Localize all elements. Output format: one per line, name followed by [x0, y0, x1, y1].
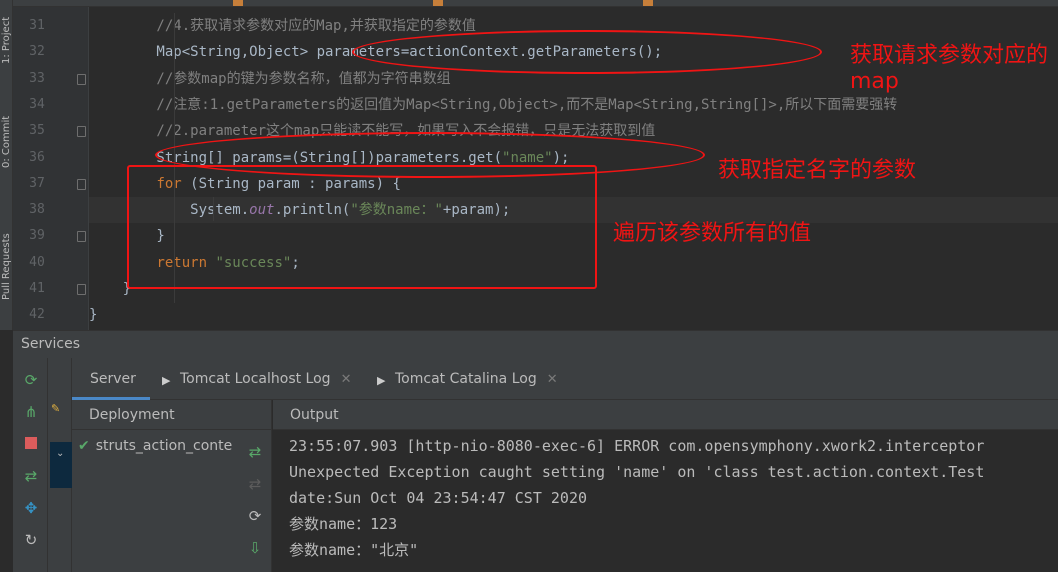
fold-marker[interactable] [77, 74, 86, 85]
terminal-icon: ▶ [162, 374, 171, 387]
line-number: 32 [29, 44, 45, 59]
annotation-text-loop: 遍历该参数所有的值 [613, 221, 812, 246]
line-number-gutter: 31 32 33 34 35 36 37 38 39 40 41 42 [13, 7, 89, 330]
deployment-item[interactable]: ✔ struts_action_conte [72, 432, 272, 460]
services-tab-bar: Server ▶ Tomcat Localhost Log ✕ ▶ Tomcat Ca… [72, 358, 1058, 400]
annotation-rect-loop [127, 165, 597, 289]
code-token: //参数map的键为参数名称，值都为字符串数组 [89, 71, 451, 87]
check-icon: ✔ [78, 438, 90, 454]
selected-node[interactable]: ⌄ [50, 442, 72, 488]
tab-tomcat-localhost-log[interactable]: ▶ Tomcat Localhost Log ✕ [162, 358, 351, 400]
tab-commit[interactable]: 0: Commit [0, 88, 13, 168]
code-token: } [89, 281, 132, 297]
annotation-text-params: 获取指定名字的参数 [718, 158, 917, 183]
deployment-column: Deployment ✔ struts_action_conte ⇄ ⇄ ⟳ ⇩ [72, 400, 272, 572]
code-token: } [89, 307, 98, 323]
annotation-ellipse-map [352, 30, 822, 74]
line-number: 36 [29, 150, 45, 165]
deploy-icon[interactable]: ⇄ [21, 466, 41, 486]
tab-project[interactable]: 1: Project [0, 4, 13, 64]
line-number: 31 [29, 18, 45, 33]
move-icon[interactable]: ✥ [21, 498, 41, 518]
output-column: Output 23:55:07.903 [http-nio-8080-exec-… [273, 400, 1058, 572]
deploy-down-icon[interactable]: ⇩ [244, 538, 266, 558]
close-icon[interactable]: ✕ [547, 372, 558, 387]
fold-marker[interactable] [77, 231, 86, 242]
line-number: 41 [29, 281, 45, 296]
code-token: //注意:1.getParameters的返回值为Map<String,Obje… [89, 97, 898, 113]
tab-server-label: Server [90, 371, 136, 387]
chevron-down-icon[interactable]: ⌄ [56, 448, 64, 459]
output-line: 23:55:07.903 [http-nio-8080-exec-6] ERRO… [289, 437, 985, 455]
deployment-item-label: struts_action_conte [95, 438, 233, 454]
fold-marker[interactable] [77, 284, 86, 295]
output-line: 参数name："北京" [289, 541, 419, 559]
annotation-text-map: 获取请求参数对应的map [850, 43, 1049, 94]
line-number: 33 [29, 71, 45, 86]
tree-expand-icon[interactable]: ⋔ [21, 402, 41, 422]
refresh-icon[interactable]: ⟳ [244, 506, 266, 526]
fold-marker[interactable] [77, 179, 86, 190]
close-icon[interactable]: ✕ [341, 372, 352, 387]
deployment-header: Deployment [72, 400, 272, 430]
file-tab-icon[interactable] [233, 0, 243, 6]
refresh-icon[interactable]: ⟳ [21, 370, 41, 390]
services-panel-header: Services [13, 330, 1058, 358]
line-number: 42 [29, 307, 45, 322]
output-line: date:Sun Oct 04 23:54:47 CST 2020 [289, 489, 588, 507]
rerun-icon[interactable]: ↻ [21, 530, 41, 550]
services-title: Services [21, 336, 81, 352]
fold-marker[interactable] [77, 126, 86, 137]
services-tree-column: ✎ ⌄ [48, 358, 72, 572]
file-tab-icon[interactable] [643, 0, 653, 6]
tab-catalina-label: Tomcat Catalina Log [395, 371, 537, 387]
undeploy-icon[interactable]: ⇄ [244, 474, 266, 494]
output-line: 参数name：123 [289, 515, 398, 533]
line-number: 38 [29, 202, 45, 217]
editor-tab-strip [13, 0, 1058, 7]
terminal-icon: ▶ [377, 374, 386, 387]
line-number: 40 [29, 255, 45, 270]
line-number: 39 [29, 228, 45, 243]
line-number: 35 [29, 123, 45, 138]
tomcat-icon[interactable]: ✎ [51, 402, 60, 415]
output-line: Unexpected Exception caught setting 'nam… [289, 463, 985, 481]
redeploy-icon[interactable]: ⇄ [244, 442, 266, 462]
tab-localhost-label: Tomcat Localhost Log [180, 371, 331, 387]
code-token: //4.获取请求参数对应的Map,并获取指定的参数值 [89, 18, 476, 34]
tab-pull-requests[interactable]: Pull Requests [0, 200, 13, 300]
line-number: 37 [29, 176, 45, 191]
services-toolbar: ⟳ ⋔ ⇄ ✥ ↻ [13, 358, 48, 572]
tab-tomcat-catalina-log[interactable]: ▶ Tomcat Catalina Log ✕ [377, 358, 558, 400]
stop-icon[interactable] [21, 434, 41, 454]
code-line[interactable]: //注意:1.getParameters的返回值为Map<String,Obje… [89, 92, 1058, 118]
line-number: 34 [29, 97, 45, 112]
code-line[interactable]: } [89, 302, 1058, 328]
left-tool-strip: 1: Project 0: Commit Pull Requests [0, 0, 13, 330]
tab-server[interactable]: Server [72, 358, 150, 400]
output-header: Output [273, 400, 1058, 430]
file-tab-icon[interactable] [433, 0, 443, 6]
